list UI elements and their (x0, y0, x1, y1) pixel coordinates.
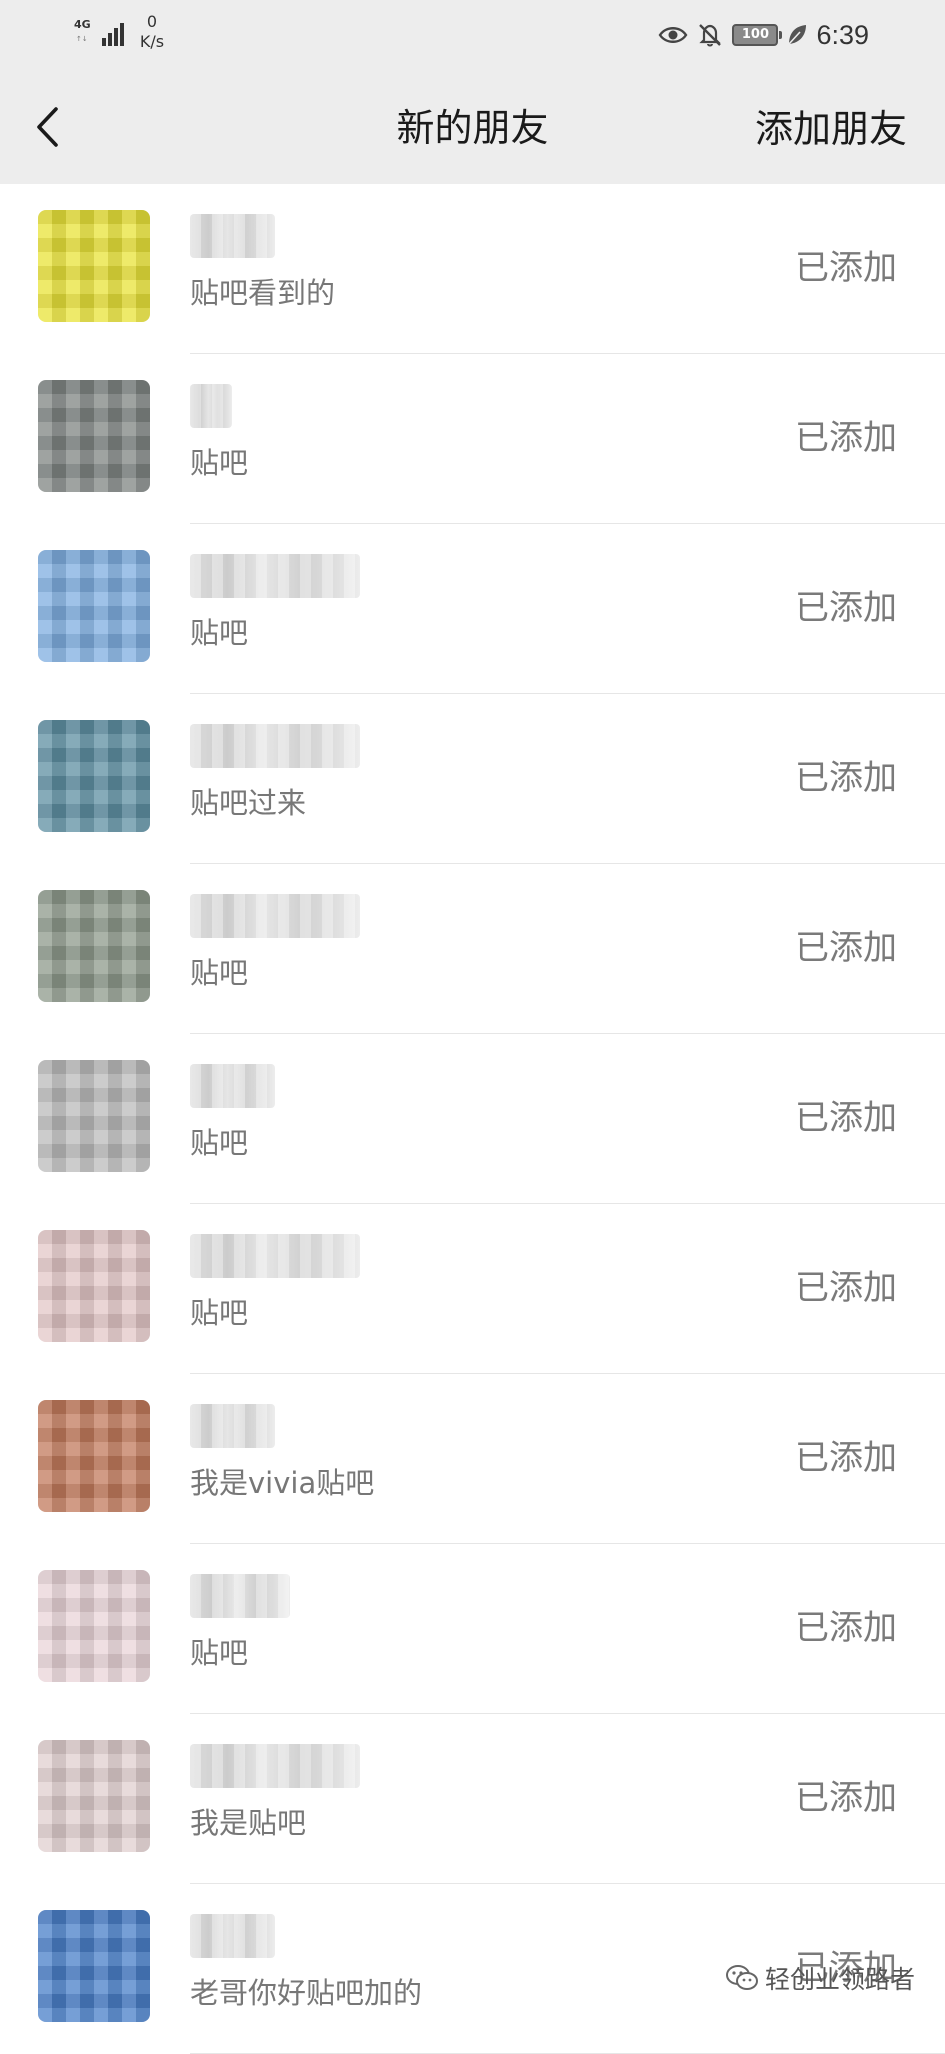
status-bar: 4G ↑↓ 0 K/s 100 6:39 (0, 0, 945, 72)
clock: 6:39 (816, 19, 869, 50)
friend-request-note: 贴吧 (190, 446, 249, 480)
network-speed-value: 0 (146, 12, 158, 31)
battery-icon: 100 (732, 24, 783, 46)
friend-name-blurred (190, 1574, 290, 1618)
friend-row[interactable]: 贴吧 已添加 (0, 1034, 945, 1204)
cellular-signal-icon: 4G ↑↓ (74, 16, 126, 50)
friend-row[interactable]: 我是贴吧 已添加 (0, 1714, 945, 1884)
friend-request-note: 老哥你好贴吧加的 (190, 1976, 423, 2010)
avatar[interactable] (38, 210, 150, 322)
added-status: 已添加 (795, 928, 897, 968)
friend-name-blurred (190, 1914, 275, 1958)
added-status: 已添加 (795, 1438, 897, 1478)
avatar[interactable] (38, 1910, 150, 2022)
friend-name-blurred (190, 1404, 275, 1448)
friend-row[interactable]: 贴吧 已添加 (0, 524, 945, 694)
added-status: 已添加 (795, 588, 897, 628)
friend-request-note: 贴吧 (190, 1126, 249, 1160)
friend-row[interactable]: 贴吧 已添加 (0, 354, 945, 524)
chevron-left-icon (34, 105, 60, 153)
network-type-label: 4G (74, 18, 91, 31)
avatar[interactable] (38, 380, 150, 492)
avatar[interactable] (38, 1740, 150, 1852)
nav-bar: 新的朋友 添加朋友 (0, 72, 945, 184)
friend-request-note: 贴吧 (190, 1636, 249, 1670)
added-status: 已添加 (795, 418, 897, 458)
friend-request-note: 贴吧 (190, 956, 249, 990)
friend-row[interactable]: 贴吧 已添加 (0, 1544, 945, 1714)
added-status: 已添加 (795, 1268, 897, 1308)
friend-name-blurred (190, 724, 360, 768)
friend-row[interactable]: 贴吧过来 已添加 (0, 694, 945, 864)
add-friend-button[interactable]: 添加朋友 (755, 102, 907, 156)
friend-name-blurred (190, 384, 232, 428)
avatar[interactable] (38, 1060, 150, 1172)
friend-name-blurred (190, 214, 275, 258)
leaf-icon (786, 23, 808, 47)
avatar[interactable] (38, 720, 150, 832)
added-status: 已添加 (795, 1098, 897, 1138)
back-button[interactable] (22, 102, 72, 156)
friend-name-blurred (190, 1064, 275, 1108)
avatar[interactable] (38, 550, 150, 662)
network-sub-label: ↑↓ (76, 35, 88, 43)
friend-row[interactable]: 贴吧 已添加 (0, 864, 945, 1034)
friend-name-blurred (190, 554, 360, 598)
watermark: 轻创业领路者 (725, 1960, 915, 1996)
friend-row[interactable]: 我是vivia贴吧 已添加 (0, 1374, 945, 1544)
friend-name-blurred (190, 894, 360, 938)
friend-request-note: 贴吧过来 (190, 786, 307, 820)
added-status: 已添加 (795, 248, 897, 288)
bell-off-icon (696, 21, 724, 49)
status-icons: 100 6:39 (658, 18, 869, 52)
friend-request-note: 我是贴吧 (190, 1806, 307, 1840)
friend-request-note: 贴吧 (190, 1296, 249, 1330)
friend-row[interactable]: 贴吧 已添加 (0, 1204, 945, 1374)
network-speed: 0 K/s (134, 12, 170, 52)
added-status: 已添加 (795, 1608, 897, 1648)
friend-name-blurred (190, 1234, 360, 1278)
friend-request-note: 我是vivia贴吧 (190, 1466, 375, 1500)
eye-icon (658, 24, 688, 46)
friend-request-note: 贴吧 (190, 616, 249, 650)
added-status: 已添加 (795, 758, 897, 798)
watermark-text: 轻创业领路者 (764, 1965, 915, 1994)
avatar[interactable] (38, 890, 150, 1002)
friend-list: 贴吧看到的 已添加 贴吧 已添加 贴吧 已添加 贴吧过来 已添加 贴吧 已添加 (0, 184, 945, 2054)
avatar[interactable] (38, 1230, 150, 1342)
friend-name-blurred (190, 1744, 360, 1788)
avatar[interactable] (38, 1570, 150, 1682)
friend-row[interactable]: 贴吧看到的 已添加 (0, 184, 945, 354)
added-status: 已添加 (795, 1778, 897, 1818)
avatar[interactable] (38, 1400, 150, 1512)
wechat-official-account-icon (725, 1964, 759, 1992)
friend-request-note: 贴吧看到的 (190, 276, 336, 310)
network-speed-unit: K/s (139, 32, 165, 51)
